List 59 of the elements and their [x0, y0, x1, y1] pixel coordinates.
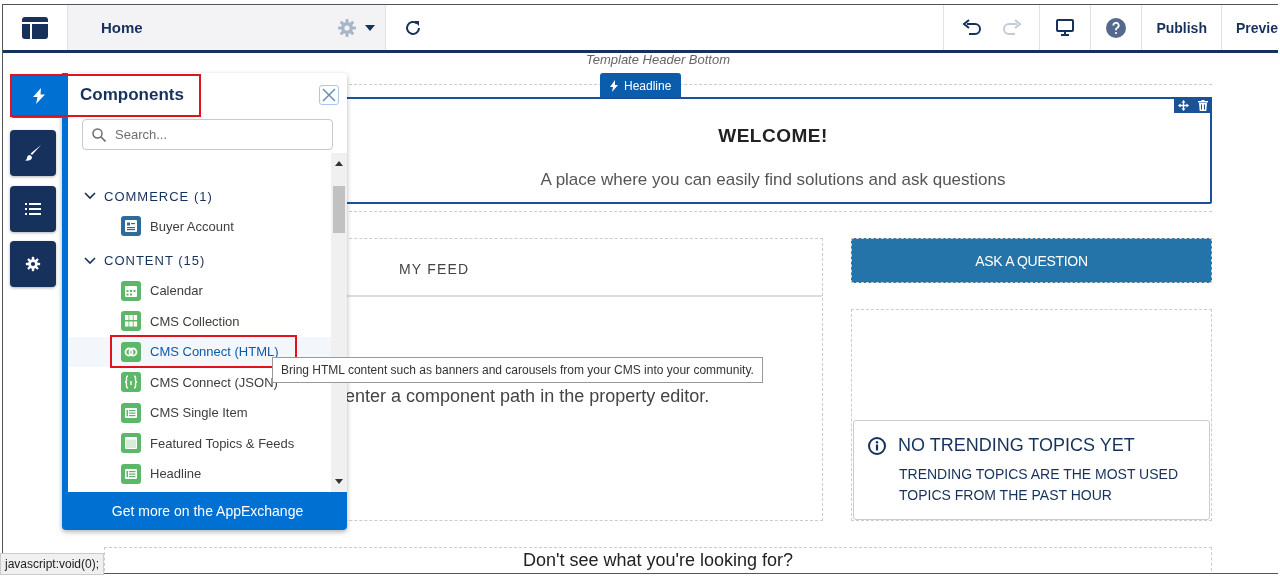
feed-message: enter a component path in the property editor. [344, 386, 711, 407]
component-tag[interactable]: Headline [600, 73, 682, 98]
lightning-icon [33, 88, 45, 104]
grid-icon [121, 311, 141, 332]
caret-icon[interactable] [365, 24, 375, 31]
rings-icon [121, 341, 141, 362]
search-field[interactable]: Search... [82, 119, 333, 150]
list-icon [25, 202, 41, 216]
welcome-title: WELCOME! [717, 125, 829, 147]
page-selector[interactable]: Home [68, 5, 386, 50]
chevron-icon [84, 192, 96, 200]
trash-icon[interactable] [1197, 99, 1208, 111]
table-icon [121, 463, 141, 484]
search-icon [92, 128, 106, 142]
braces-icon [121, 372, 141, 393]
scroll-down-icon[interactable] [335, 479, 343, 484]
help-icon[interactable] [1106, 17, 1127, 38]
settings-tab[interactable] [10, 241, 56, 287]
layout-icon[interactable] [22, 16, 48, 39]
appexchange-button[interactable]: Get more on the AppExchange [68, 492, 347, 530]
record-icon [121, 216, 141, 237]
calendar-icon [121, 280, 141, 301]
toolbar-action-button[interactable]: Publish [1156, 19, 1207, 36]
undo-icon[interactable] [961, 18, 982, 37]
component-item[interactable]: CMS Single Item [68, 397, 248, 428]
brush-icon [24, 144, 42, 162]
table-icon [121, 402, 141, 423]
window-icon [121, 433, 141, 454]
toolbar-action-button[interactable]: Previe [1235, 19, 1278, 36]
page-name: Home [101, 19, 144, 36]
feed-tab[interactable]: MY FEED [399, 261, 470, 277]
component-toolbar[interactable] [1174, 97, 1212, 113]
welcome-subtitle: A place where you can easily find solutions and ask questions [539, 170, 1007, 190]
component-item[interactable]: Headline [68, 458, 202, 489]
ask-question-button[interactable]: ASK A QUESTION [851, 238, 1212, 283]
region-label: Template Header Bottom [584, 53, 731, 66]
component-item[interactable]: Calendar [68, 275, 203, 306]
status-bar: javascript:void(0); [0, 553, 105, 575]
scroll-thumb[interactable] [333, 186, 345, 233]
component-tag-label: Headline [624, 78, 672, 93]
component-item[interactable]: CMS Collection [68, 306, 240, 337]
scroll-up-icon[interactable] [335, 161, 343, 166]
refresh-icon[interactable] [404, 18, 422, 37]
close-button[interactable] [319, 85, 339, 105]
info-icon [868, 436, 886, 455]
chevron-icon [84, 256, 96, 265]
tooltip: Bring HTML content such as banners and carousels from your CMS into your community. [272, 357, 763, 383]
prompt-text: Don't see what you're looking for? [523, 550, 793, 570]
component-item[interactable]: Featured Topics & Feeds [68, 428, 295, 459]
trending-description: TRENDING TOPICS ARE THE MOST USED TOPICS FROM THE PAST HOUR [898, 465, 1179, 505]
theme-tab[interactable] [10, 130, 56, 176]
component-item[interactable]: Buyer Account [68, 211, 234, 242]
pages-tab[interactable] [10, 186, 56, 232]
desktop-icon[interactable] [1056, 18, 1075, 37]
trending-title: NO TRENDING TOPICS YET [898, 435, 1135, 456]
section-header[interactable]: CONTENT (15) [68, 245, 331, 276]
move-icon[interactable] [1178, 99, 1190, 111]
settings-icon [25, 256, 41, 272]
lightning-icon [610, 79, 618, 92]
